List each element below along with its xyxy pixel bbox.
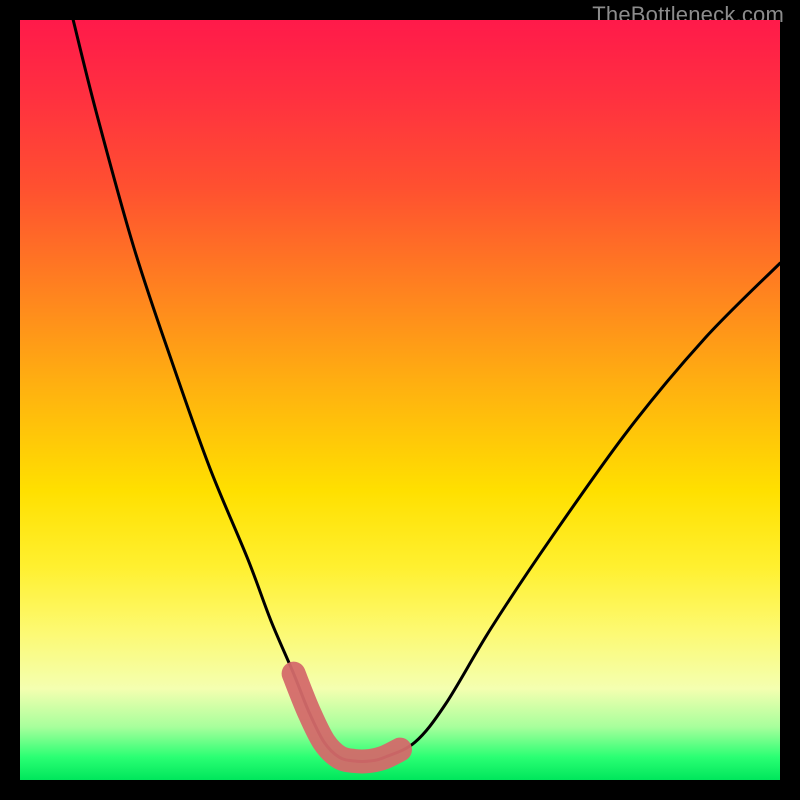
plot-area [20,20,780,780]
confidence-band [294,674,400,762]
curve-layer [20,20,780,780]
chart-stage: TheBottleneck.com [0,0,800,800]
bottleneck-curve [73,20,780,761]
